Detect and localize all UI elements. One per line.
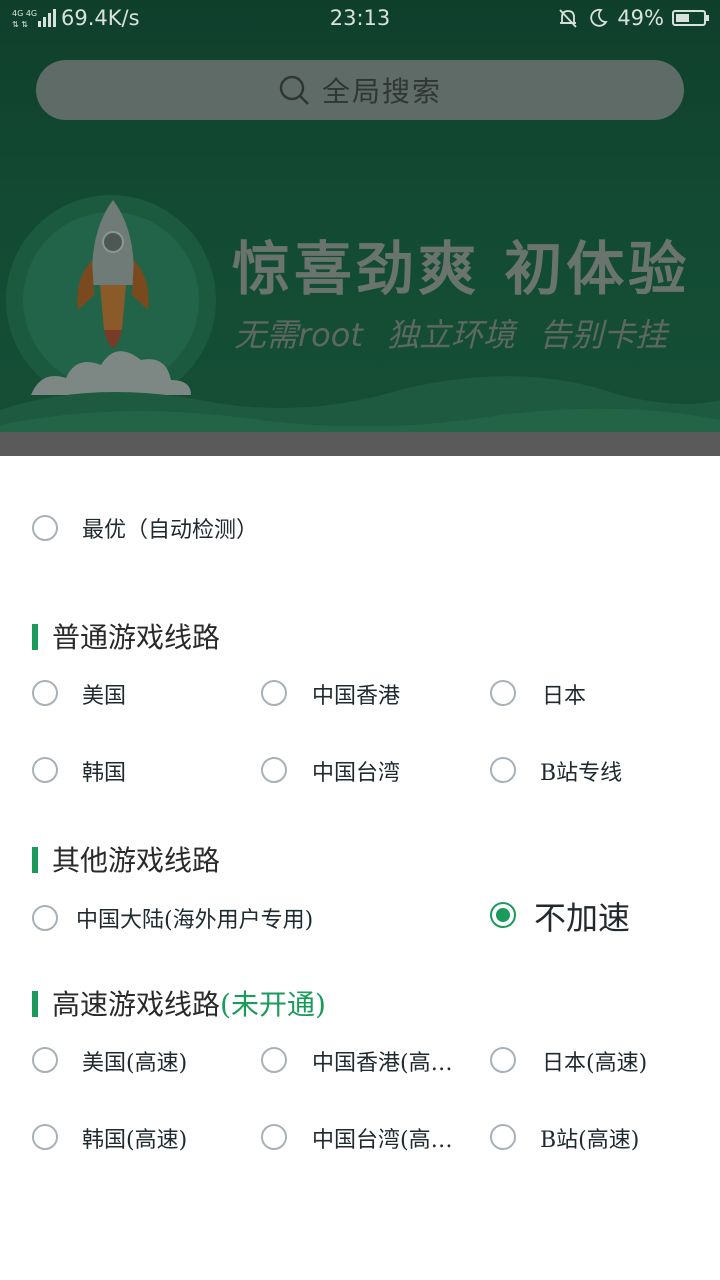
radio-jp[interactable]: [490, 680, 516, 706]
option-bilibili-label: B站专线: [540, 761, 623, 786]
overlay-shade: [0, 432, 720, 456]
section-other-title: 其他游戏线路: [32, 839, 220, 879]
option-tw-hs-label: 中国台湾(高…: [312, 1128, 453, 1153]
section-marker: [32, 991, 38, 1017]
option-kr-label: 韩国: [82, 761, 127, 786]
radio-bilibili-hs[interactable]: [490, 1124, 516, 1150]
radio-tw[interactable]: [261, 757, 287, 783]
status-right: 49%: [557, 6, 709, 30]
section-highspeed-label: 高速游戏线路: [52, 988, 221, 1021]
search-icon: [279, 75, 309, 105]
section-marker: [32, 847, 38, 873]
radio-no-accel[interactable]: [490, 902, 516, 928]
option-jp-hs-label: 日本(高速): [542, 1051, 648, 1076]
option-hk-hs-label: 中国香港(高…: [312, 1051, 453, 1076]
option-best-label: 最优（自动检测）: [82, 518, 259, 543]
hero-slogan: 惊喜劲爽 初体验: [232, 235, 691, 303]
option-jp-label: 日本: [542, 684, 587, 709]
hills-decoration: [0, 376, 720, 440]
search-label: 全局搜索: [321, 75, 442, 108]
option-no-accel-label: 不加速: [534, 899, 631, 937]
battery-icon: [672, 10, 709, 26]
battery-percent: 49%: [617, 6, 664, 30]
radio-best[interactable]: [32, 515, 58, 541]
option-us-label: 美国: [82, 684, 127, 709]
section-normal-title: 普通游戏线路: [32, 616, 220, 656]
radio-bilibili[interactable]: [490, 757, 516, 783]
not-activated-tag: (未开通): [220, 988, 326, 1021]
hero-subslogan: 无需root 独立环境 告别卡挂: [234, 316, 668, 354]
radio-us-hs[interactable]: [32, 1047, 58, 1073]
option-bilibili-hs-label: B站(高速): [540, 1128, 640, 1153]
section-marker: [32, 624, 38, 650]
status-bar: 4G 4G ⇅ ⇅ 69.4K/s 23:13 49%: [0, 0, 720, 36]
radio-tw-hs[interactable]: [261, 1124, 287, 1150]
option-hk-label: 中国香港: [312, 684, 401, 709]
option-mainland-label: 中国大陆(海外用户专用): [76, 908, 314, 933]
section-other-label: 其他游戏线路: [52, 844, 221, 877]
hero-banner: 4G 4G ⇅ ⇅ 69.4K/s 23:13 49% 全局搜索 惊喜劲爽 初体…: [0, 0, 720, 456]
section-normal-label: 普通游戏线路: [52, 621, 221, 654]
moon-icon: [590, 8, 608, 27]
option-tw-label: 中国台湾: [312, 761, 401, 786]
radio-mainland[interactable]: [32, 905, 58, 931]
global-search-bar[interactable]: 全局搜索: [36, 60, 684, 120]
radio-jp-hs[interactable]: [490, 1047, 516, 1073]
radio-hk-hs[interactable]: [261, 1047, 287, 1073]
bell-muted-icon: [559, 9, 577, 28]
radio-kr[interactable]: [32, 757, 58, 783]
section-highspeed-title: 高速游戏线路(未开通): [32, 983, 326, 1023]
option-kr-hs-label: 韩国(高速): [82, 1128, 188, 1153]
route-selection-sheet: 最优（自动检测） 普通游戏线路 美国 中国香港 日本 韩国 中国台湾 B站专线 …: [0, 456, 720, 1280]
radio-hk[interactable]: [261, 680, 287, 706]
option-us-hs-label: 美国(高速): [82, 1051, 188, 1076]
radio-us[interactable]: [32, 680, 58, 706]
radio-kr-hs[interactable]: [32, 1124, 58, 1150]
